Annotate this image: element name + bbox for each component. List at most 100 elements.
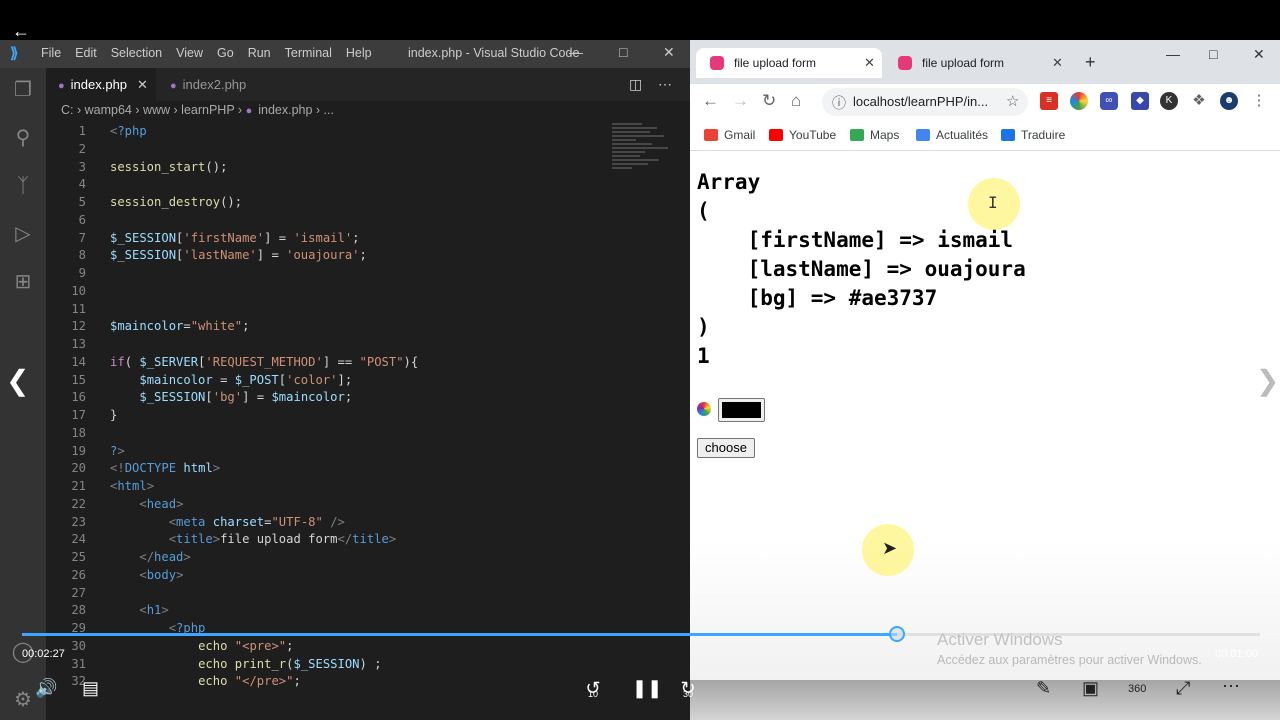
bookmark-maps[interactable]: Maps <box>850 128 899 142</box>
settings-gear-icon[interactable]: ⚙ <box>11 688 35 712</box>
forward-icon[interactable]: → <box>732 91 749 111</box>
new-tab-icon[interactable]: + <box>1085 52 1096 73</box>
maximize-icon[interactable]: □ <box>1209 46 1217 62</box>
bookmark-star-icon[interactable]: ☆ <box>1006 92 1019 110</box>
code-line[interactable]: 12 $maincolor="white"; <box>46 317 606 335</box>
bookmark-gmail[interactable]: Gmail <box>704 128 755 142</box>
code-line[interactable]: 31 echo print_r($_SESSION) ; <box>46 655 606 673</box>
menu-item-edit[interactable]: Edit <box>75 46 97 60</box>
menu-item-file[interactable]: File <box>41 46 61 60</box>
breadcrumb-file[interactable]: index.php <box>258 103 312 117</box>
menu-item-selection[interactable]: Selection <box>111 46 162 60</box>
code-line[interactable]: 24 <title>file upload form</title> <box>46 530 606 548</box>
site-info-icon[interactable]: ⓘ <box>832 93 846 113</box>
choose-button[interactable]: choose <box>697 438 755 458</box>
code-line[interactable]: 18 <box>46 424 606 442</box>
minimize-icon[interactable]: — <box>1166 46 1180 62</box>
code-line[interactable]: 14 if( $_SERVER['REQUEST_METHOD'] == "POS… <box>46 353 606 371</box>
extensions-icon[interactable]: ⊞ <box>11 270 35 294</box>
back-icon[interactable]: ← <box>702 91 719 111</box>
captions-icon[interactable]: ▤ <box>82 678 99 698</box>
code-editor[interactable]: 1 <?php 2 3 session_start(); 4 5 session_destro… <box>46 119 690 720</box>
tab-index-php[interactable]: ● index.php ✕ <box>46 68 156 101</box>
code-line[interactable]: 13 <box>46 335 606 353</box>
breadcrumb-folder[interactable]: www <box>143 103 170 117</box>
profile-avatar[interactable]: ☻ <box>1220 92 1238 110</box>
rewind-button[interactable]: ↺ 10 <box>580 678 606 699</box>
code-line[interactable]: 25 </head> <box>46 548 606 566</box>
code-line[interactable]: 10 <box>46 282 606 300</box>
tab-index2-php[interactable]: ● index2.php <box>158 68 268 101</box>
forward-button[interactable]: ↻ 30 <box>675 678 701 699</box>
breadcrumb-folder[interactable]: wamp64 <box>85 103 132 117</box>
close-tab-icon[interactable]: ✕ <box>864 48 875 78</box>
code-line[interactable]: 15 $maincolor = $_POST['color']; <box>46 371 606 389</box>
code-line[interactable]: 28 <h1> <box>46 601 606 619</box>
breadcrumb-more[interactable]: ... <box>324 103 334 117</box>
minimap[interactable] <box>612 123 676 203</box>
back-arrow-icon[interactable]: ← <box>12 22 30 40</box>
code-line[interactable]: 17} <box>46 406 606 424</box>
breadcrumb-drive[interactable]: C: <box>61 103 74 117</box>
code-line[interactable]: 2 <box>46 140 606 158</box>
close-tab-icon[interactable]: ✕ <box>1052 48 1063 78</box>
color-input[interactable] <box>718 398 765 422</box>
code-line[interactable]: 4 <box>46 175 606 193</box>
browser-tab-active[interactable]: file upload form ✕ <box>696 48 882 78</box>
menu-item-view[interactable]: View <box>176 46 203 60</box>
menu-item-run[interactable]: Run <box>248 46 271 60</box>
code-line[interactable]: 9 <box>46 264 606 282</box>
menu-item-go[interactable]: Go <box>217 46 234 60</box>
extension-icon[interactable]: ∞ <box>1100 92 1118 110</box>
explorer-icon[interactable]: ❐ <box>11 78 35 102</box>
pause-icon[interactable]: ❚❚ <box>632 678 662 698</box>
color-picker-extension-icon[interactable] <box>1070 92 1088 110</box>
code-line[interactable]: 20 <!DOCTYPE html> <box>46 459 606 477</box>
pen-icon[interactable]: ✎ <box>1036 678 1051 698</box>
close-window-icon[interactable]: ✕ <box>1253 46 1265 63</box>
maximize-icon[interactable]: □ <box>619 44 627 60</box>
code-line[interactable]: 5 session_destroy(); <box>46 193 606 211</box>
close-tab-icon[interactable]: ✕ <box>137 77 148 92</box>
volume-icon[interactable]: 🔊 <box>35 678 57 698</box>
browser-tab[interactable]: file upload form ✕ <box>884 48 1070 78</box>
source-control-icon[interactable]: ᛉ <box>11 174 35 198</box>
code-line[interactable]: 19 ?> <box>46 442 606 460</box>
bookmark-actualités[interactable]: Actualités <box>916 128 988 142</box>
extensions-puzzle-icon[interactable]: ❖ <box>1190 92 1208 110</box>
code-line[interactable]: 26 <body> <box>46 566 606 584</box>
picture-in-picture-icon[interactable]: ▣ <box>1082 678 1099 698</box>
menu-item-terminal[interactable]: Terminal <box>285 46 332 60</box>
progress-bar[interactable] <box>22 626 1260 642</box>
360-view-icon[interactable]: 360 <box>1128 679 1146 699</box>
next-chevron-icon[interactable]: ❯ <box>1256 364 1279 397</box>
bookmark-traduire[interactable]: Traduire <box>1001 128 1065 142</box>
address-bar[interactable]: ⓘ localhost/learnPHP/in... ☆ <box>822 88 1028 116</box>
minimize-icon[interactable]: — <box>569 44 583 60</box>
split-editor-icon[interactable]: ◫ <box>629 76 642 93</box>
chrome-menu-icon[interactable]: ⋮ <box>1250 92 1268 110</box>
extension-icon[interactable]: K <box>1160 92 1178 110</box>
code-line[interactable]: 30 echo "<pre>"; <box>46 637 606 655</box>
search-icon[interactable]: ⚲ <box>11 126 35 150</box>
code-line[interactable]: 23 <meta charset="UTF-8" /> <box>46 513 606 531</box>
extension-icon[interactable]: ◆ <box>1131 92 1149 110</box>
code-line[interactable]: 6 <box>46 211 606 229</box>
breadcrumb-folder[interactable]: learnPHP <box>181 103 234 117</box>
code-line[interactable]: 27 <box>46 584 606 602</box>
code-line[interactable]: 22 <head> <box>46 495 606 513</box>
code-line[interactable]: 11 <box>46 300 606 318</box>
code-line[interactable]: 8 $_SESSION['lastName'] = 'ouajoura'; <box>46 246 606 264</box>
more-options-icon[interactable]: ⋯ <box>1222 676 1240 696</box>
menu-item-help[interactable]: Help <box>346 46 372 60</box>
code-line[interactable]: 3 session_start(); <box>46 158 606 176</box>
more-actions-icon[interactable]: ⋯ <box>658 76 672 93</box>
run-debug-icon[interactable]: ▷ <box>11 222 35 246</box>
home-icon[interactable]: ⌂ <box>791 91 801 111</box>
reload-icon[interactable]: ↻ <box>762 91 776 111</box>
bookmark-youtube[interactable]: YouTube <box>769 128 836 142</box>
code-line[interactable]: 7 $_SESSION['firstName'] = 'ismail'; <box>46 229 606 247</box>
code-line[interactable]: 1 <?php <box>46 122 606 140</box>
exit-fullscreen-icon[interactable]: ⤢ <box>1176 678 1190 698</box>
previous-chevron-icon[interactable]: ❮ <box>6 364 29 397</box>
